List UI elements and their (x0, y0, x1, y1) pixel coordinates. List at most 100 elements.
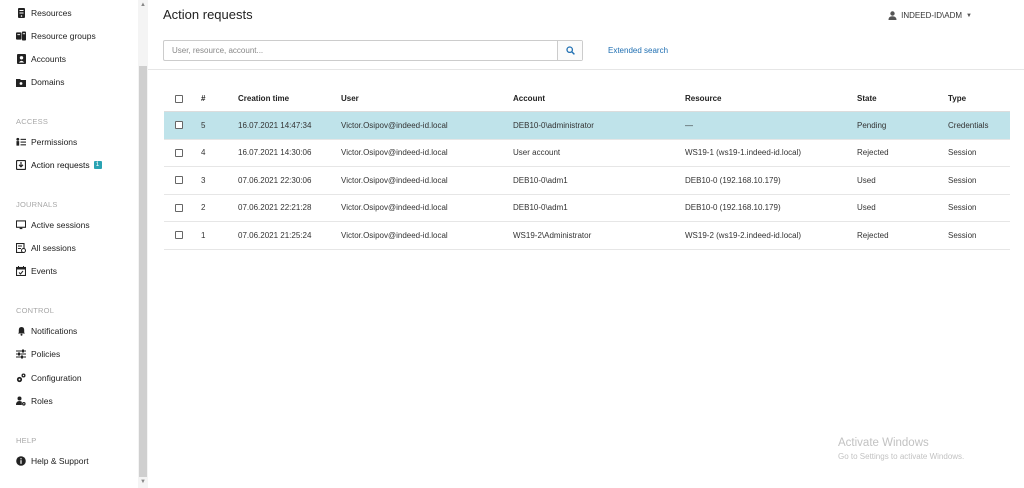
sidebar-item-domains[interactable]: Domains (0, 72, 138, 92)
sidebar: Resources Resource groups Accounts Domai… (0, 0, 148, 488)
sidebar-item-roles[interactable]: Roles (0, 391, 138, 411)
table-header-row: # Creation time User Account Resource St… (164, 86, 1010, 112)
scroll-down-arrow-icon[interactable]: ▼ (140, 479, 146, 485)
cell-resource: WS19-1 (ws19-1.indeed-id.local) (685, 148, 802, 158)
sliders-icon (16, 349, 26, 359)
sidebar-item-label: Active sessions (31, 220, 90, 230)
sidebar-item-label: Help & Support (31, 456, 89, 466)
cell-creation-time: 16.07.2021 14:30:06 (238, 148, 312, 158)
sidebar-item-resource-groups[interactable]: Resource groups (0, 26, 138, 46)
watermark-subtitle: Go to Settings to activate Windows. (838, 452, 965, 461)
cell-number: 2 (201, 203, 206, 213)
main-content: Action requests INDEED-ID\ADM ▼ Extended… (148, 0, 1024, 488)
search-icon (565, 46, 575, 55)
row-checkbox[interactable] (175, 121, 183, 130)
cell-number: 4 (201, 148, 206, 158)
account-card-icon (16, 54, 26, 64)
cell-resource: — (685, 120, 693, 130)
section-label-control: CONTROL (16, 306, 55, 315)
cell-resource: DEB10-0 (192.168.10.179) (685, 203, 781, 213)
sidebar-item-help-support[interactable]: Help & Support (0, 451, 138, 471)
cell-account: WS19-2\Administrator (513, 230, 592, 240)
permissions-icon (16, 137, 26, 147)
cell-creation-time: 07.06.2021 22:30:06 (238, 175, 312, 185)
sidebar-scrollbar[interactable]: ▲ ▼ (138, 0, 148, 488)
table-row[interactable]: 4 16.07.2021 14:30:06 Victor.Osipov@inde… (164, 140, 1010, 167)
sidebar-item-configuration[interactable]: Configuration (0, 368, 138, 388)
sidebar-item-label: Resources (31, 8, 72, 18)
cell-type: Session (948, 148, 977, 158)
table-row[interactable]: 1 07.06.2021 21:25:24 Victor.Osipov@inde… (164, 222, 1010, 250)
section-label-help: HELP (16, 436, 37, 445)
cell-state: Rejected (857, 148, 889, 158)
sidebar-item-label: Permissions (31, 137, 78, 147)
windows-activation-watermark: Activate Windows Go to Settings to activ… (838, 437, 964, 461)
cell-state: Used (857, 203, 876, 213)
cell-creation-time: 07.06.2021 21:25:24 (238, 230, 312, 240)
scroll-up-arrow-icon[interactable]: ▲ (140, 2, 146, 8)
cell-user: Victor.Osipov@indeed-id.local (341, 230, 448, 240)
table-row[interactable]: 5 16.07.2021 14:47:34 Victor.Osipov@inde… (164, 112, 1010, 140)
sidebar-item-accounts[interactable]: Accounts (0, 49, 138, 69)
monitor-icon (16, 220, 26, 230)
column-header-type[interactable]: Type (948, 86, 966, 111)
cell-number: 1 (201, 230, 206, 240)
column-header-resource[interactable]: Resource (685, 86, 721, 111)
search-button[interactable] (557, 41, 582, 60)
sidebar-item-events[interactable]: Events (0, 261, 138, 281)
column-header-state[interactable]: State (857, 86, 877, 111)
bell-icon (16, 326, 26, 336)
table-row[interactable]: 3 07.06.2021 22:30:06 Victor.Osipov@inde… (164, 167, 1010, 195)
cell-user: Victor.Osipov@indeed-id.local (341, 175, 448, 185)
sidebar-item-notifications[interactable]: Notifications (0, 321, 138, 341)
cell-number: 3 (201, 175, 206, 185)
action-requests-icon (16, 160, 26, 170)
cell-user: Victor.Osipov@indeed-id.local (341, 203, 448, 213)
folder-domain-icon (16, 77, 26, 87)
sidebar-item-label: Resource groups (31, 31, 96, 41)
search-box (163, 40, 583, 61)
sidebar-item-permissions[interactable]: Permissions (0, 132, 138, 152)
column-header-number[interactable]: # (201, 86, 205, 111)
column-header-creation-time[interactable]: Creation time (238, 86, 289, 111)
column-header-account[interactable]: Account (513, 86, 545, 111)
column-header-user[interactable]: User (341, 86, 359, 111)
sidebar-item-label: Policies (31, 349, 61, 359)
select-all-checkbox[interactable] (175, 94, 183, 103)
sidebar-item-label: Notifications (31, 326, 78, 336)
notification-badge: 1 (93, 161, 102, 169)
sidebar-item-active-sessions[interactable]: Active sessions (0, 215, 138, 235)
user-menu[interactable]: INDEED-ID\ADM ▼ (888, 11, 972, 20)
extended-search-link[interactable]: Extended search (608, 46, 668, 55)
row-checkbox[interactable] (175, 148, 183, 157)
sidebar-item-resources[interactable]: Resources (0, 3, 138, 23)
cell-account: DEB10-0\administrator (513, 120, 594, 130)
cell-creation-time: 07.06.2021 22:21:28 (238, 203, 312, 213)
sidebar-item-label: Action requests (31, 160, 90, 170)
page-title: Action requests (163, 7, 253, 22)
row-checkbox-cell (175, 195, 183, 222)
sessions-list-icon (16, 243, 26, 253)
row-checkbox[interactable] (175, 231, 183, 240)
chevron-down-icon: ▼ (966, 12, 972, 19)
row-checkbox[interactable] (175, 176, 183, 185)
scroll-thumb[interactable] (139, 66, 147, 477)
table-row[interactable]: 2 07.06.2021 22:21:28 Victor.Osipov@inde… (164, 195, 1010, 222)
row-checkbox-cell (175, 140, 183, 167)
row-checkbox-cell (175, 167, 183, 194)
cell-resource: WS19-2 (ws19-2.indeed-id.local) (685, 230, 802, 240)
page-header: Action requests INDEED-ID\ADM ▼ Extended… (148, 0, 1024, 70)
cell-type: Session (948, 175, 977, 185)
cell-resource: DEB10-0 (192.168.10.179) (685, 175, 781, 185)
sidebar-item-label: Roles (31, 396, 53, 406)
sidebar-item-action-requests[interactable]: Action requests 1 (0, 155, 138, 175)
user-cog-icon (16, 396, 26, 406)
sidebar-item-all-sessions[interactable]: All sessions (0, 238, 138, 258)
cell-state: Pending (857, 120, 887, 130)
resource-groups-icon (16, 31, 26, 41)
row-checkbox-cell (175, 112, 183, 139)
sidebar-item-policies[interactable]: Policies (0, 344, 138, 364)
search-input[interactable] (164, 41, 557, 60)
row-checkbox[interactable] (175, 203, 183, 212)
user-name: INDEED-ID\ADM (901, 11, 963, 20)
